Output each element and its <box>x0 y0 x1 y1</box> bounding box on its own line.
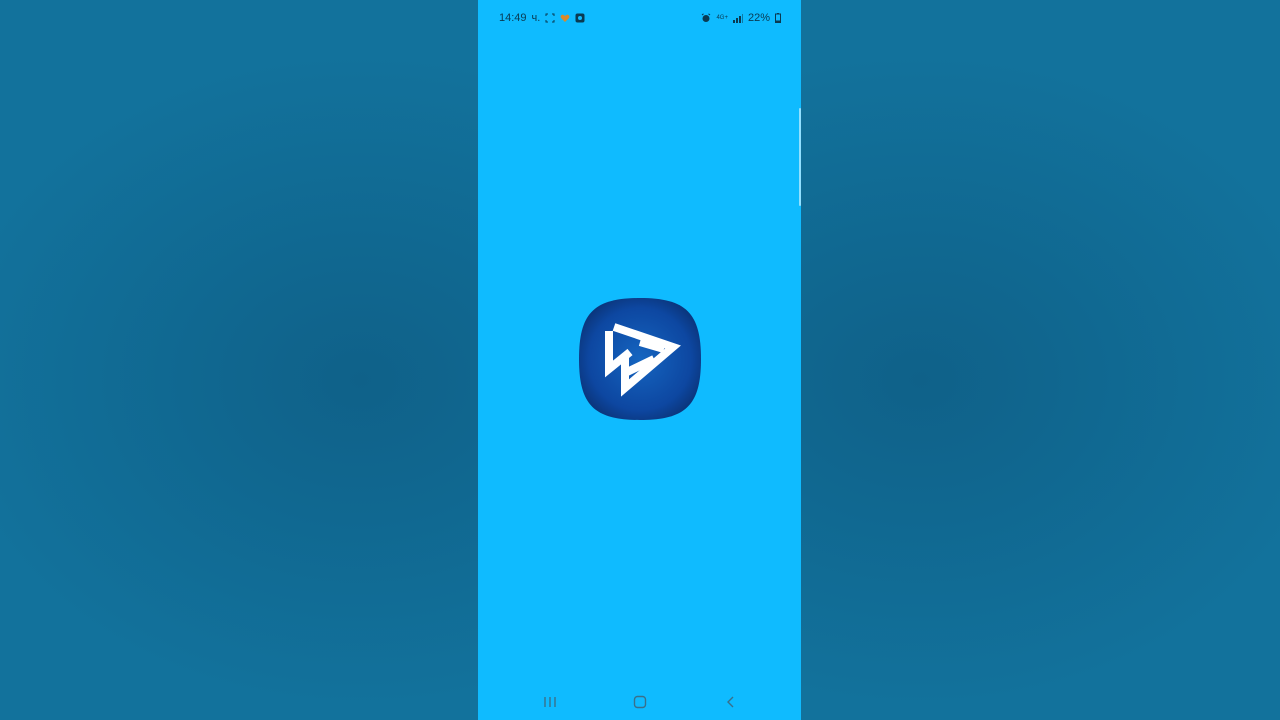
app-logo <box>578 297 702 421</box>
home-icon[interactable] <box>632 694 648 710</box>
play-triangles-logo-icon <box>579 298 701 420</box>
heart-icon <box>560 13 570 23</box>
status-time: 14:49 <box>499 12 527 24</box>
status-day-suffix: ч. <box>531 12 541 24</box>
status-bar-left: 14:49 ч. <box>499 12 585 24</box>
recent-apps-icon[interactable] <box>542 694 558 710</box>
status-bar-right: 4G+ 22% <box>701 12 781 24</box>
phone-screen: 14:49 ч. 4G+ 22% <box>478 0 801 720</box>
screen-capture-icon <box>545 13 555 23</box>
battery-icon <box>775 13 781 23</box>
status-bar: 14:49 ч. 4G+ 22% <box>478 0 801 36</box>
app-notification-icon <box>575 13 585 23</box>
alarm-icon <box>701 13 711 23</box>
navigation-bar <box>478 684 801 720</box>
network-type-icon: 4G+ <box>716 15 728 21</box>
back-icon[interactable] <box>723 694 739 710</box>
battery-percent: 22% <box>747 12 770 24</box>
edge-panel-handle[interactable] <box>799 108 801 206</box>
signal-icon <box>732 13 743 23</box>
